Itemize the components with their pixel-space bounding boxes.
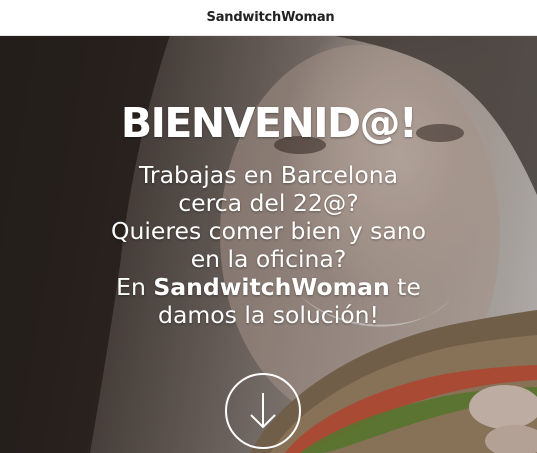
hero-title: BIENVENID@! (120, 99, 418, 147)
top-bar: SandwitchWoman (0, 0, 537, 36)
hero-last-line: damos la solución! (158, 301, 379, 329)
hero-cta-line: En SandwitchWoman te (0, 273, 537, 301)
cta-prefix: En (116, 273, 146, 301)
hero-section: BIENVENID@! Trabajas en Barcelona cerca … (0, 35, 537, 453)
hero-line: en la oficina? (190, 245, 347, 273)
cta-suffix: te (397, 273, 421, 301)
hero-line: cerca del 22@? (178, 189, 359, 217)
hero-line: Trabajas en Barcelona (139, 161, 398, 189)
hero-line: Quieres comer bien y sano (110, 217, 427, 245)
brand-logo[interactable]: SandwitchWoman (207, 10, 335, 25)
arrow-down-icon (250, 393, 276, 429)
cta-brand: SandwitchWoman (153, 273, 390, 301)
hero-copy: Trabajas en Barcelona cerca del 22@? Qui… (0, 161, 537, 329)
scroll-down-button[interactable] (225, 373, 301, 449)
